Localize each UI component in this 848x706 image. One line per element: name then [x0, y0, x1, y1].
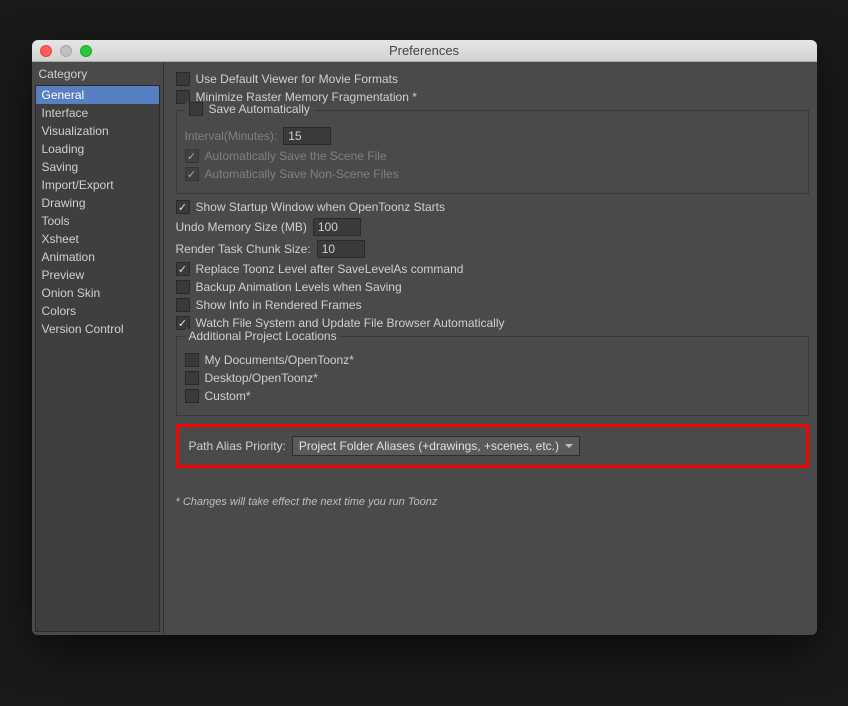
loc-desktop-row: Desktop/OpenToonz*	[185, 371, 800, 385]
show-startup-checkbox[interactable]	[176, 200, 190, 214]
category-item-loading[interactable]: Loading	[36, 140, 159, 158]
additional-locations-label: Additional Project Locations	[189, 329, 337, 343]
backup-anim-row: Backup Animation Levels when Saving	[176, 280, 809, 294]
category-item-visualization[interactable]: Visualization	[36, 122, 159, 140]
show-info-checkbox[interactable]	[176, 298, 190, 312]
path-alias-value: Project Folder Aliases (+drawings, +scen…	[299, 439, 559, 453]
titlebar: Preferences	[32, 40, 817, 62]
loc-custom-row: Custom*	[185, 389, 800, 403]
use-default-viewer-row: Use Default Viewer for Movie Formats	[176, 72, 809, 86]
show-startup-row: Show Startup Window when OpenToonz Start…	[176, 200, 809, 214]
path-alias-label: Path Alias Priority:	[189, 439, 286, 453]
loc-desktop-label: Desktop/OpenToonz*	[205, 371, 318, 385]
footnote: * Changes will take effect the next time…	[176, 496, 809, 508]
save-automatically-group: Save Automatically Interval(Minutes): Au…	[176, 110, 809, 194]
sidebar-label: Category	[35, 65, 160, 85]
category-item-saving[interactable]: Saving	[36, 158, 159, 176]
show-startup-label: Show Startup Window when OpenToonz Start…	[196, 200, 445, 214]
save-interval-input[interactable]	[283, 127, 331, 145]
auto-save-nonscene-row: Automatically Save Non-Scene Files	[185, 167, 800, 181]
use-default-viewer-checkbox[interactable]	[176, 72, 190, 86]
auto-save-nonscene-label: Automatically Save Non-Scene Files	[205, 167, 399, 181]
render-chunk-label: Render Task Chunk Size:	[176, 242, 311, 256]
window-title: Preferences	[32, 43, 817, 58]
category-item-colors[interactable]: Colors	[36, 302, 159, 320]
loc-desktop-checkbox[interactable]	[185, 371, 199, 385]
show-info-label: Show Info in Rendered Frames	[196, 298, 362, 312]
save-interval-row: Interval(Minutes):	[185, 127, 800, 145]
watch-fs-label: Watch File System and Update File Browse…	[196, 316, 505, 330]
loc-custom-label: Custom*	[205, 389, 251, 403]
path-alias-dropdown[interactable]: Project Folder Aliases (+drawings, +scen…	[292, 436, 580, 456]
save-interval-label: Interval(Minutes):	[185, 129, 278, 143]
auto-save-scene-row: Automatically Save the Scene File	[185, 149, 800, 163]
replace-toonz-label: Replace Toonz Level after SaveLevelAs co…	[196, 262, 464, 276]
backup-anim-label: Backup Animation Levels when Saving	[196, 280, 402, 294]
category-item-drawing[interactable]: Drawing	[36, 194, 159, 212]
loc-custom-checkbox[interactable]	[185, 389, 199, 403]
window-body: Category General Interface Visualization…	[32, 62, 817, 635]
sidebar: Category General Interface Visualization…	[32, 62, 164, 635]
use-default-viewer-label: Use Default Viewer for Movie Formats	[196, 72, 399, 86]
category-item-interface[interactable]: Interface	[36, 104, 159, 122]
undo-memory-label: Undo Memory Size (MB)	[176, 220, 307, 234]
save-automatically-label: Save Automatically	[209, 102, 310, 116]
category-item-import-export[interactable]: Import/Export	[36, 176, 159, 194]
category-item-preview[interactable]: Preview	[36, 266, 159, 284]
category-item-animation[interactable]: Animation	[36, 248, 159, 266]
category-item-version-control[interactable]: Version Control	[36, 320, 159, 338]
save-automatically-checkbox[interactable]	[189, 102, 203, 116]
render-chunk-input[interactable]	[317, 240, 365, 258]
additional-locations-group: Additional Project Locations My Document…	[176, 336, 809, 416]
render-chunk-row: Render Task Chunk Size:	[176, 240, 809, 258]
loc-mydocs-checkbox[interactable]	[185, 353, 199, 367]
loc-mydocs-row: My Documents/OpenToonz*	[185, 353, 800, 367]
backup-anim-checkbox[interactable]	[176, 280, 190, 294]
auto-save-scene-label: Automatically Save the Scene File	[205, 149, 387, 163]
watch-fs-checkbox[interactable]	[176, 316, 190, 330]
watch-fs-row: Watch File System and Update File Browse…	[176, 316, 809, 330]
replace-toonz-row: Replace Toonz Level after SaveLevelAs co…	[176, 262, 809, 276]
category-item-tools[interactable]: Tools	[36, 212, 159, 230]
path-alias-highlight: Path Alias Priority: Project Folder Alia…	[176, 424, 809, 468]
undo-memory-input[interactable]	[313, 218, 361, 236]
category-item-general[interactable]: General	[36, 86, 159, 104]
save-automatically-title: Save Automatically	[185, 102, 314, 116]
show-info-row: Show Info in Rendered Frames	[176, 298, 809, 312]
auto-save-nonscene-checkbox[interactable]	[185, 167, 199, 181]
category-list[interactable]: General Interface Visualization Loading …	[35, 85, 160, 632]
undo-memory-row: Undo Memory Size (MB)	[176, 218, 809, 236]
category-item-xsheet[interactable]: Xsheet	[36, 230, 159, 248]
auto-save-scene-checkbox[interactable]	[185, 149, 199, 163]
additional-locations-title: Additional Project Locations	[185, 329, 341, 343]
replace-toonz-checkbox[interactable]	[176, 262, 190, 276]
category-item-onion-skin[interactable]: Onion Skin	[36, 284, 159, 302]
content-panel: Use Default Viewer for Movie Formats Min…	[164, 62, 817, 635]
loc-mydocs-label: My Documents/OpenToonz*	[205, 353, 354, 367]
preferences-window: Preferences Category General Interface V…	[32, 40, 817, 635]
